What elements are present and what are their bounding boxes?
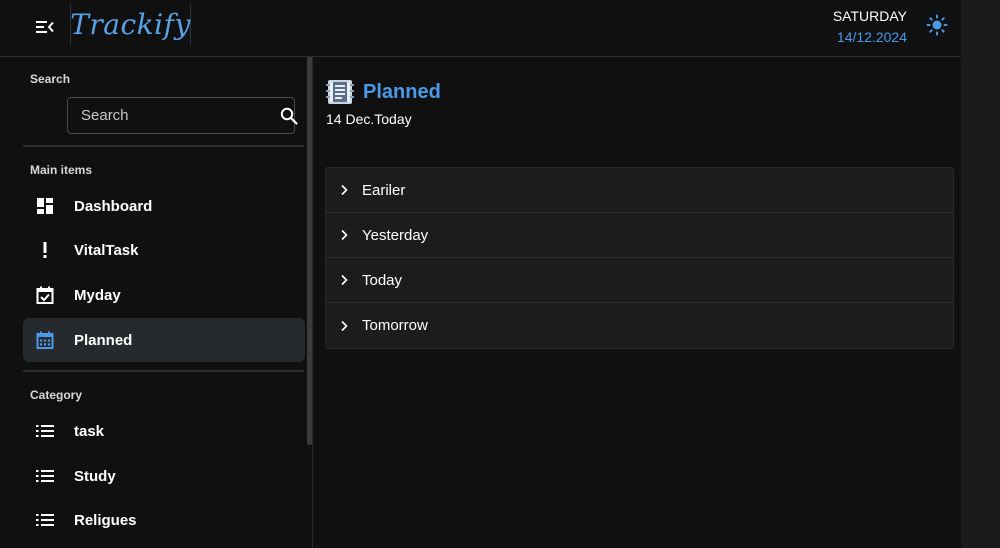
- section-label: Tomorrow: [362, 317, 428, 334]
- sidebar-item-task[interactable]: task: [23, 409, 305, 453]
- search-section-label: Search: [30, 72, 71, 86]
- page-subtitle: 14 Dec.Today: [326, 111, 412, 127]
- page-title-text: Planned: [363, 80, 441, 103]
- chevron-right-icon: [341, 320, 348, 331]
- logo-text: Trackify: [70, 8, 191, 41]
- top-bar: Trackify SATURDAY 14/12.2024: [0, 0, 961, 57]
- list-icon: [23, 498, 67, 542]
- calendar-check-icon: [23, 273, 67, 317]
- chevron-right-icon: [341, 184, 348, 196]
- sun-icon: [926, 14, 948, 36]
- section-today[interactable]: Today: [326, 258, 953, 303]
- sidebar-item-label: Planned: [74, 331, 133, 349]
- planned-sections: Eariler Yesterday Today Tomorrow: [325, 167, 954, 349]
- sidebar-item-label: Study: [74, 467, 116, 485]
- sidebar-item-vitaltask[interactable]: VitalTask: [23, 228, 305, 272]
- app-window: Trackify SATURDAY 14/12.2024 Search Sear…: [0, 0, 961, 548]
- theme-toggle-button[interactable]: [924, 12, 950, 38]
- sidebar-item-myday[interactable]: Myday: [23, 273, 305, 317]
- search-input[interactable]: [68, 107, 280, 124]
- dashboard-icon: [23, 184, 67, 228]
- search-icon: [280, 107, 298, 125]
- app-logo[interactable]: Trackify: [70, 4, 191, 45]
- category-label: Category: [30, 388, 83, 402]
- sidebar-item-label: Religues: [74, 511, 137, 529]
- section-label: Yesterday: [362, 226, 429, 244]
- list-icon: [23, 409, 67, 453]
- date-value: 14/12.2024: [836, 29, 907, 45]
- window-edge: [961, 0, 1000, 548]
- sidebar: Search Main items Dashboard: [0, 57, 312, 548]
- date-display: SATURDAY 14/12.2024: [833, 8, 907, 46]
- sidebar-item-planned[interactable]: Planned: [23, 318, 305, 362]
- sidebar-border: [312, 57, 313, 548]
- section-label: Eariler: [362, 181, 406, 199]
- search-box[interactable]: [67, 97, 298, 134]
- section-yesterday[interactable]: Yesterday: [326, 213, 953, 258]
- menu-collapse-icon: [36, 21, 54, 33]
- page-title: Planned: [325, 78, 441, 106]
- chevron-right-icon: [341, 274, 348, 286]
- sidebar-divider: [23, 370, 304, 372]
- sidebar-divider: [23, 145, 304, 147]
- sidebar-item-label: task: [74, 422, 105, 440]
- chevron-right-icon: [341, 229, 348, 241]
- search-button[interactable]: [280, 107, 298, 125]
- section-tomorrow[interactable]: Tomorrow: [326, 303, 953, 348]
- day-name: SATURDAY: [832, 8, 907, 24]
- sidebar-item-label: Dashboard: [74, 197, 153, 215]
- list-icon: [23, 454, 67, 498]
- sidebar-item-label: Myday: [74, 286, 121, 304]
- exclamation-icon: [23, 228, 67, 272]
- notebook-icon: [326, 80, 354, 104]
- sidebar-item-label: VitalTask: [74, 241, 139, 259]
- section-label: Today: [362, 271, 403, 289]
- calendar-icon: [23, 318, 67, 362]
- sidebar-item-religues[interactable]: Religues: [23, 498, 305, 542]
- sidebar-item-dashboard[interactable]: Dashboard: [23, 184, 305, 228]
- section-eariler[interactable]: Eariler: [326, 168, 953, 213]
- main-items-label: Main items: [30, 163, 93, 177]
- menu-toggle-button[interactable]: [30, 14, 60, 40]
- sidebar-item-study[interactable]: Study: [23, 454, 305, 498]
